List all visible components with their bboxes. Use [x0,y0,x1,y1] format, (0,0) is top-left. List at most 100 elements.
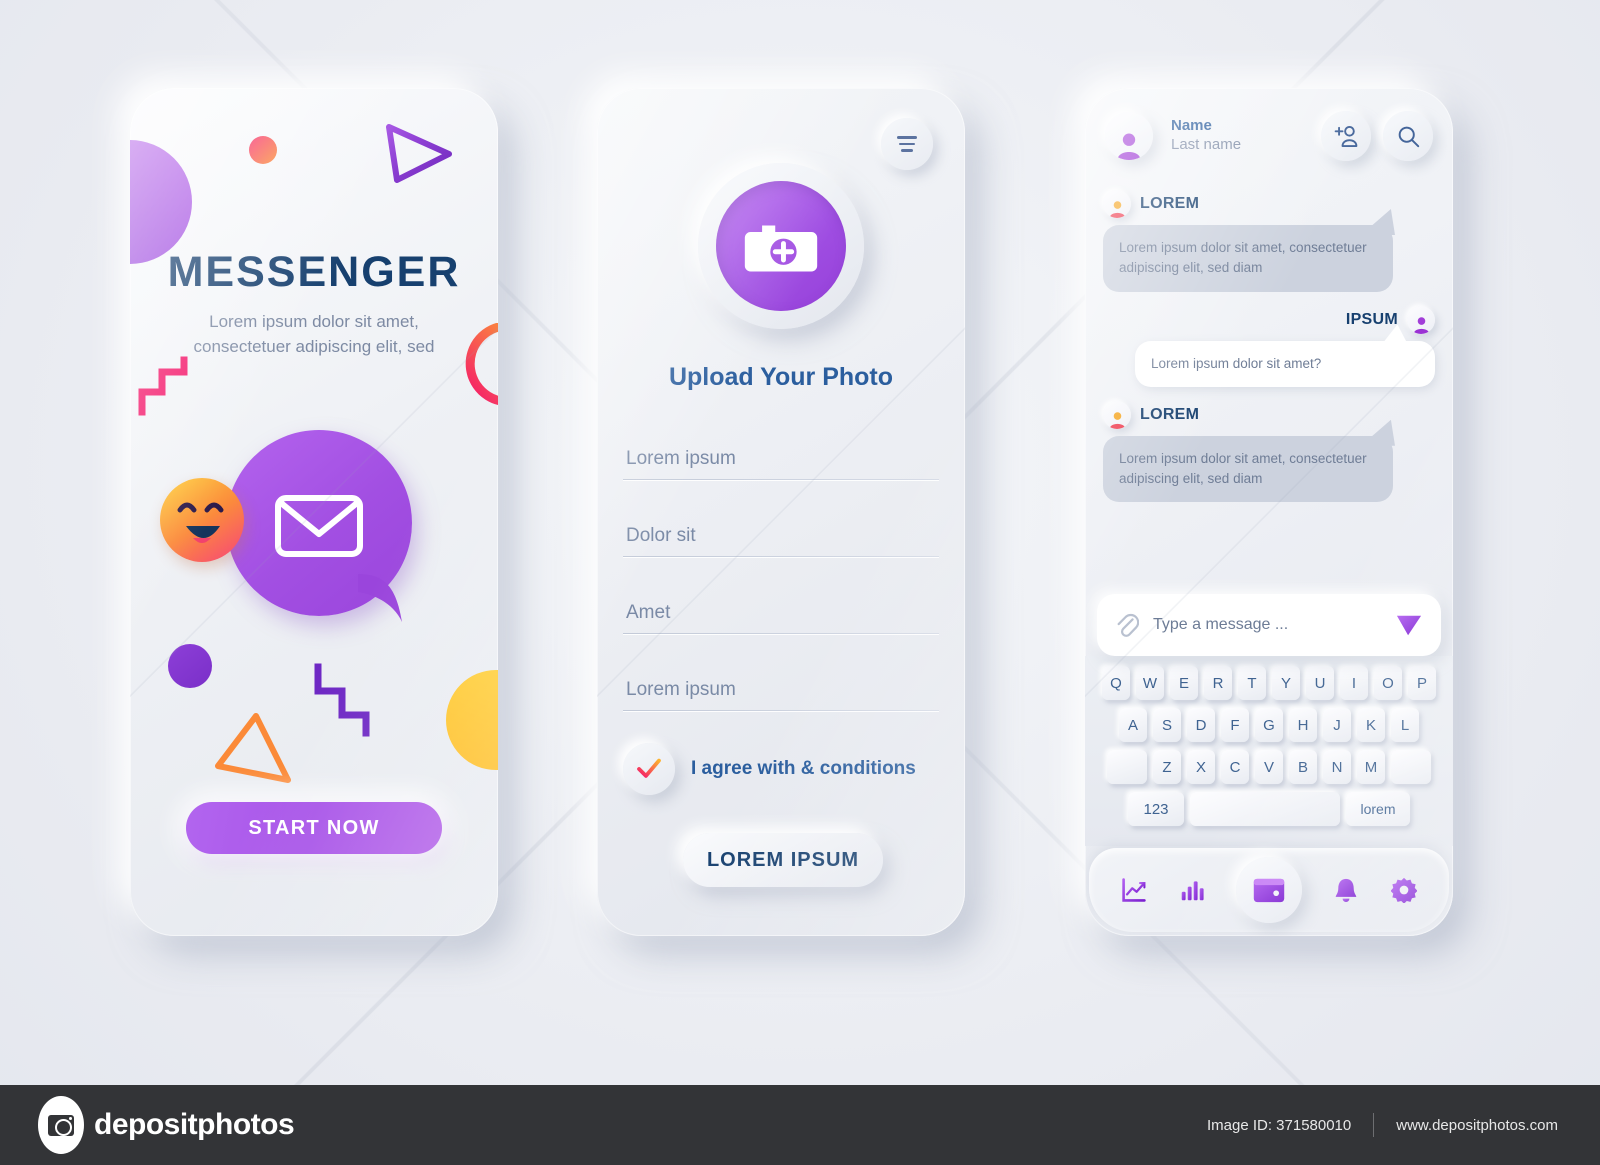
nav-wallet-button[interactable] [1235,857,1302,923]
key-shift[interactable] [1107,750,1147,784]
key-y[interactable]: Y [1272,666,1300,700]
submit-button[interactable]: LOREM IPSUM [683,833,883,887]
key-p[interactable]: P [1408,666,1436,700]
key-z[interactable]: Z [1153,750,1181,784]
on-screen-keyboard[interactable]: Q W E R T Y U I O P A S D F G H J K L Z … [1085,656,1453,846]
key-e[interactable]: E [1170,666,1198,700]
user-avatar-icon [1109,411,1125,429]
key-x[interactable]: X [1187,750,1215,784]
start-now-button[interactable]: START NOW [186,802,442,854]
key-v[interactable]: V [1255,750,1283,784]
line-chart-icon [1122,878,1146,902]
key-u[interactable]: U [1306,666,1334,700]
page-title: Upload Your Photo [668,363,894,391]
key-r[interactable]: R [1204,666,1232,700]
website-url: www.depositphotos.com [1396,1116,1558,1134]
avatar[interactable] [1105,112,1153,160]
key-q[interactable]: Q [1102,666,1130,700]
key-numbers[interactable]: 123 [1128,792,1184,826]
form-field-1[interactable]: Lorem ipsum [623,448,939,480]
speech-bubble-tail-icon [358,574,402,622]
key-space[interactable] [1190,792,1340,826]
agree-checkbox-row[interactable]: I agree with & conditions [623,743,916,795]
watermark-footer: depositphotos Image ID: 371580010 www.de… [0,1085,1600,1165]
avatar [1103,400,1131,429]
key-o[interactable]: O [1374,666,1402,700]
agree-label: I agree with & conditions [691,758,916,779]
nav-settings-button[interactable] [1390,877,1417,903]
contact-name-block: Name Last name [1165,117,1309,155]
form-field-3[interactable]: Amet [623,602,939,634]
keyboard-row-1: Q W E R T Y U I O P [1092,666,1446,700]
keyboard-row-2: A S D F G H J K L [1092,708,1446,742]
key-k[interactable]: K [1357,708,1385,742]
key-f[interactable]: F [1221,708,1249,742]
upload-form: Lorem ipsum Dolor sit Amet Lorem ipsum [623,448,939,756]
decor-zigzag-pink-icon [138,356,188,416]
brand-name: depositphotos [94,1108,295,1141]
key-i[interactable]: I [1340,666,1368,700]
upload-photo-button[interactable] [698,163,864,329]
nav-line-chart-button[interactable] [1121,877,1147,903]
add-person-glyph-icon [1334,125,1358,147]
message-sender-row-3: LOREM [1103,400,1435,429]
field-underline-4 [623,710,939,711]
key-n[interactable]: N [1323,750,1351,784]
bell-icon [1336,878,1357,902]
message-text: Lorem ipsum dolor sit amet, consectetuer… [1119,240,1367,276]
menu-line-3 [901,149,913,152]
key-j[interactable]: J [1323,708,1351,742]
decor-dot-pink-orange [249,136,277,164]
wallet-icon [1253,878,1285,902]
message-bubble-incoming: Lorem ipsum dolor sit amet, consectetuer… [1103,419,1395,503]
form-field-2[interactable]: Dolor sit [623,525,939,557]
add-person-icon[interactable] [1321,111,1371,161]
key-suggestion-lorem[interactable]: lorem [1346,792,1410,826]
key-m[interactable]: M [1357,750,1385,784]
keyboard-row-4: 123 lorem [1092,792,1446,826]
message-bubble-incoming: Lorem ipsum dolor sit amet, consectetuer… [1103,209,1395,292]
field-underline-3 [623,633,939,634]
key-g[interactable]: G [1255,708,1283,742]
agree-checkbox[interactable] [623,743,675,795]
key-h[interactable]: H [1289,708,1317,742]
key-c[interactable]: C [1221,750,1249,784]
message-sender-row-2: IPSUM [1103,305,1435,334]
paperclip-icon[interactable] [1115,612,1139,638]
contact-first-name: Name [1171,117,1212,135]
key-backspace[interactable] [1391,750,1431,784]
key-l[interactable]: L [1391,708,1419,742]
avatar [1407,305,1435,334]
key-w[interactable]: W [1136,666,1164,700]
field-label-4: Lorem ipsum [626,679,736,700]
key-a[interactable]: A [1119,708,1147,742]
message-sender-name: LOREM [1140,195,1200,212]
key-s[interactable]: S [1153,708,1181,742]
message-input-placeholder[interactable]: Type a message ... [1153,616,1381,634]
message-list[interactable]: LOREM Lorem ipsum dolor sit amet, consec… [1085,184,1453,586]
key-t[interactable]: T [1238,666,1266,700]
hamburger-menu-icon[interactable] [881,118,933,170]
user-avatar-icon [1109,201,1125,218]
field-label-1: Lorem ipsum [626,448,736,469]
key-d[interactable]: D [1187,708,1215,742]
field-underline-2 [623,556,939,557]
bottom-navigation [1089,848,1449,932]
page-subtitle: Lorem ipsum dolor sit amet, consectetuer… [193,312,435,356]
nav-bar-chart-button[interactable] [1180,878,1204,902]
key-b[interactable]: B [1289,750,1317,784]
message-input-bar[interactable]: Type a message ... [1097,594,1441,656]
nav-notifications-button[interactable] [1334,877,1358,903]
form-field-4[interactable]: Lorem ipsum [623,679,939,711]
send-paper-plane-icon[interactable] [1395,612,1423,638]
user-avatar-icon [1413,316,1429,334]
decor-dot-purple [168,644,212,688]
camera-glyph-icon [744,225,818,272]
checkmark-icon [637,758,661,778]
decor-halfcircle-yellow [446,670,498,770]
phone-screen-chat: Name Last name LOREM Lorem ipsum dolor s… [1085,88,1453,936]
menu-line-1 [897,136,917,139]
search-icon[interactable] [1383,111,1433,161]
smiley-face-icon [177,502,224,543]
footer-divider [1373,1113,1375,1137]
